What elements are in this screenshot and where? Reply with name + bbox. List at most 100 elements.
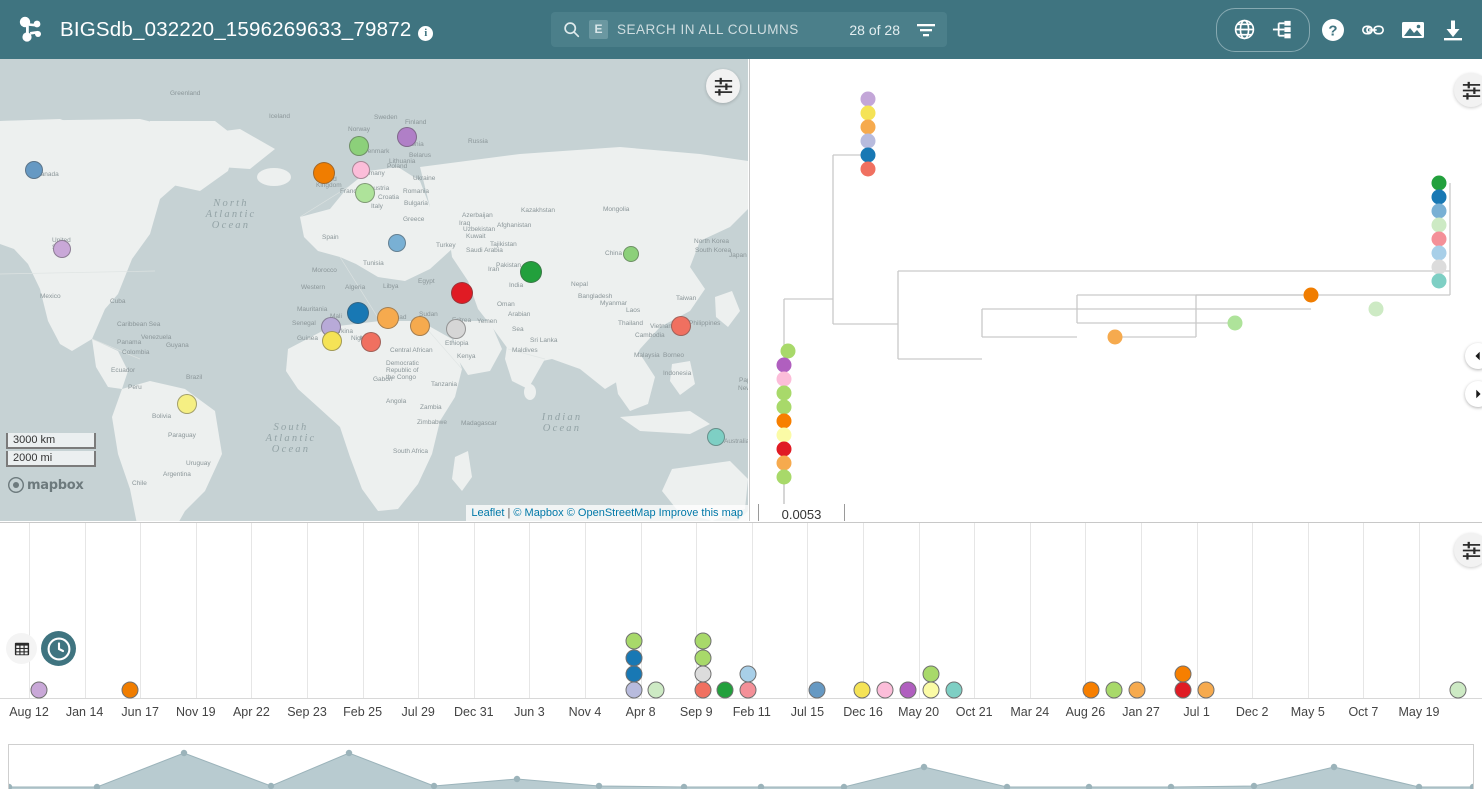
brush-point[interactable] xyxy=(596,783,602,789)
tree-tip[interactable] xyxy=(1228,316,1243,331)
tree-tip[interactable] xyxy=(1432,190,1447,205)
timeline-point[interactable] xyxy=(626,633,643,650)
tree-icon[interactable] xyxy=(1265,13,1299,47)
download-icon[interactable] xyxy=(1436,13,1470,47)
marker-chad[interactable] xyxy=(377,307,399,329)
timeline-point[interactable] xyxy=(1450,682,1467,699)
tree-tip[interactable] xyxy=(777,414,792,429)
timeline-point[interactable] xyxy=(809,682,826,699)
marker-brazil[interactable] xyxy=(177,394,197,414)
marker-saudi[interactable] xyxy=(451,282,473,304)
tree-tip[interactable] xyxy=(1432,176,1447,191)
tree-settings-button[interactable] xyxy=(1454,73,1482,107)
marker-canada[interactable] xyxy=(25,161,43,179)
tree-tip[interactable] xyxy=(1432,218,1447,233)
tree-tip[interactable] xyxy=(1432,232,1447,247)
brush-point[interactable] xyxy=(921,764,927,770)
timeline-point[interactable] xyxy=(648,682,665,699)
timeline-point[interactable] xyxy=(946,682,963,699)
tree-tip[interactable] xyxy=(1432,274,1447,289)
tree-tip[interactable] xyxy=(861,106,876,121)
brush-point[interactable] xyxy=(1168,784,1174,789)
leaflet-link[interactable]: Leaflet xyxy=(471,507,504,519)
timeline-point[interactable] xyxy=(695,633,712,650)
timeline-point[interactable] xyxy=(740,682,757,699)
marker-denmark[interactable] xyxy=(352,161,370,179)
timeline-point[interactable] xyxy=(900,682,917,699)
marker-norway[interactable] xyxy=(349,136,369,156)
timeline-point[interactable] xyxy=(626,666,643,683)
timeline-view-toggle[interactable] xyxy=(41,631,76,666)
timeline-point[interactable] xyxy=(1106,682,1123,699)
tree-panel[interactable]: 0.0053 xyxy=(749,59,1482,521)
tree-tip[interactable] xyxy=(1108,330,1123,345)
timeline-settings-button[interactable] xyxy=(1454,533,1482,567)
tree-tip[interactable] xyxy=(777,372,792,387)
image-icon[interactable] xyxy=(1396,13,1430,47)
tree-tip[interactable] xyxy=(777,358,792,373)
map-panel[interactable]: IcelandSwedenNorwayFinlandEstoniaDenmark… xyxy=(0,59,748,521)
brush-point[interactable] xyxy=(1004,784,1010,789)
timeline-point[interactable] xyxy=(923,666,940,683)
tree-tip[interactable] xyxy=(1432,246,1447,261)
brush-point[interactable] xyxy=(1086,784,1092,789)
marker-australia[interactable] xyxy=(707,428,725,446)
timeline-panel[interactable]: Aug 12Jan 14Jun 17Nov 19Apr 22Sep 23Feb … xyxy=(0,522,1482,737)
improve-map-link[interactable]: Improve this map xyxy=(659,507,743,519)
brush-point[interactable] xyxy=(1251,783,1257,789)
tree-tip[interactable] xyxy=(1369,302,1384,317)
marker-car[interactable] xyxy=(361,332,381,352)
marker-pakistan[interactable] xyxy=(520,261,542,283)
timeline-point[interactable] xyxy=(854,682,871,699)
brush-point[interactable] xyxy=(181,750,187,756)
timeline-point[interactable] xyxy=(626,682,643,699)
tree-tip[interactable] xyxy=(777,456,792,471)
timeline-point[interactable] xyxy=(717,682,734,699)
timeline-point[interactable] xyxy=(695,682,712,699)
tree-tip[interactable] xyxy=(1432,204,1447,219)
globe-icon[interactable] xyxy=(1227,13,1261,47)
brush-point[interactable] xyxy=(94,784,100,789)
timeline-point[interactable] xyxy=(877,682,894,699)
osm-link[interactable]: OpenStreetMap xyxy=(578,507,656,519)
marker-uk[interactable] xyxy=(313,162,335,184)
info-icon[interactable]: i xyxy=(418,26,433,41)
marker-ghana[interactable] xyxy=(322,331,342,351)
marker-finland[interactable] xyxy=(397,127,417,147)
tree-tip[interactable] xyxy=(861,120,876,135)
grid-view-toggle[interactable] xyxy=(6,633,37,664)
brush-point[interactable] xyxy=(1416,784,1422,789)
tree-tip[interactable] xyxy=(1304,288,1319,303)
brush-point[interactable] xyxy=(681,784,687,789)
tree-tip[interactable] xyxy=(777,400,792,415)
timeline-point[interactable] xyxy=(626,650,643,667)
brush-point[interactable] xyxy=(346,750,352,756)
timeline-point[interactable] xyxy=(695,650,712,667)
marker-niger[interactable] xyxy=(347,302,369,324)
search-input[interactable] xyxy=(617,22,840,37)
brush-point[interactable] xyxy=(1470,784,1473,789)
timeline-brush[interactable] xyxy=(8,744,1474,789)
brush-point[interactable] xyxy=(758,784,764,789)
timeline-point[interactable] xyxy=(1198,682,1215,699)
timeline-point[interactable] xyxy=(923,682,940,699)
brush-point[interactable] xyxy=(841,784,847,789)
brush-point[interactable] xyxy=(514,776,520,782)
tree-tip[interactable] xyxy=(777,442,792,457)
marker-usa[interactable] xyxy=(53,240,71,258)
brush-point[interactable] xyxy=(1331,764,1337,770)
marker-ethiopia[interactable] xyxy=(446,319,466,339)
timeline-point[interactable] xyxy=(740,666,757,683)
tree-tip[interactable] xyxy=(781,344,796,359)
tree-tip[interactable] xyxy=(777,428,792,443)
search-bar[interactable]: E 28 of 28 xyxy=(551,12,947,47)
map-settings-button[interactable] xyxy=(706,69,740,103)
timeline-point[interactable] xyxy=(695,666,712,683)
brush-point[interactable] xyxy=(268,783,274,789)
tree-tip[interactable] xyxy=(861,134,876,149)
tree-tip[interactable] xyxy=(861,148,876,163)
marker-sudan[interactable] xyxy=(410,316,430,336)
tree-tip[interactable] xyxy=(1432,260,1447,275)
timeline-point[interactable] xyxy=(1175,682,1192,699)
help-icon[interactable]: ? xyxy=(1316,13,1350,47)
